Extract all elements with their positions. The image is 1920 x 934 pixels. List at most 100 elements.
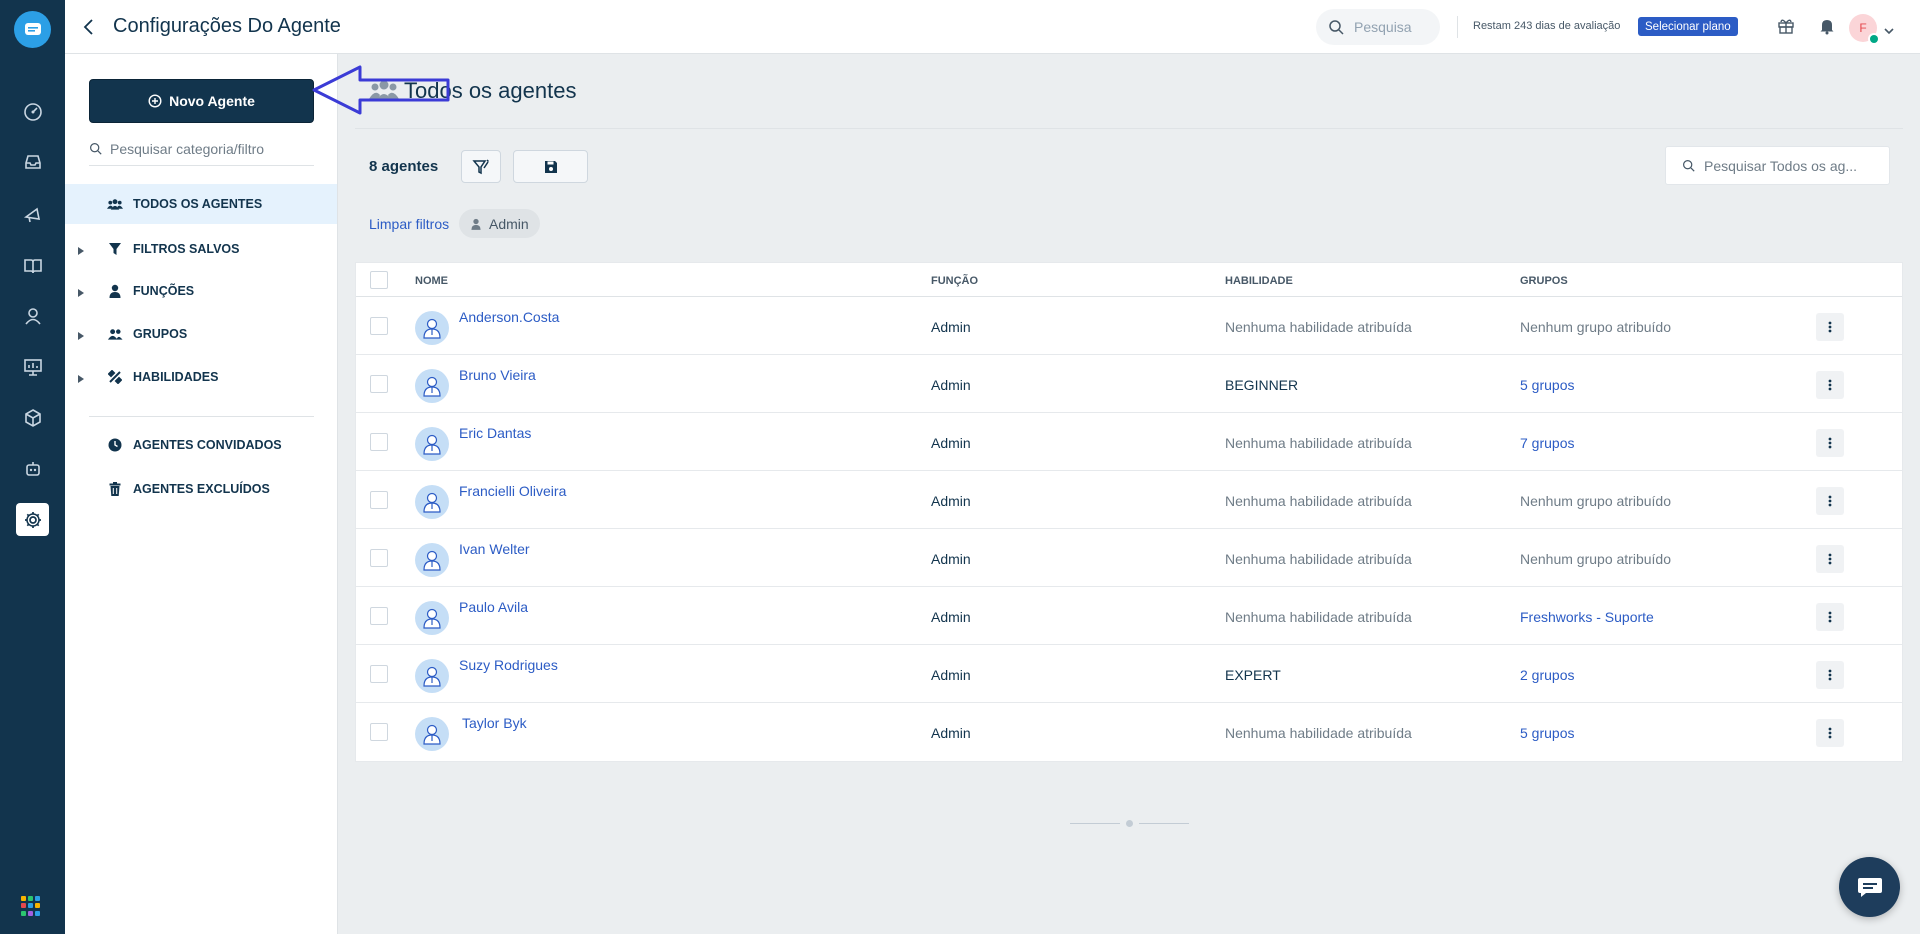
column-header-habilidade[interactable]: Habilidade <box>1225 275 1293 287</box>
gift-icon[interactable] <box>1775 15 1797 37</box>
agent-name-link[interactable]: Suzy Rodrigues <box>459 657 558 673</box>
agent-avatar-icon <box>415 369 449 403</box>
title-divider <box>355 128 1903 129</box>
row-checkbox[interactable] <box>370 549 388 567</box>
select-all-checkbox[interactable] <box>370 271 388 289</box>
row-checkbox[interactable] <box>370 665 388 683</box>
agent-skill: Nenhuma habilidade atribuída <box>1225 435 1412 451</box>
more-vertical-icon <box>1828 379 1832 391</box>
row-more-options-button[interactable] <box>1816 429 1844 457</box>
agent-avatar-icon <box>415 485 449 519</box>
filter-icon <box>472 158 490 174</box>
row-checkbox[interactable] <box>370 317 388 335</box>
global-search[interactable] <box>1316 9 1440 45</box>
row-checkbox[interactable] <box>370 723 388 741</box>
reports-icon[interactable] <box>16 350 49 383</box>
caret-right-icon[interactable] <box>78 286 84 300</box>
agent-role: Admin <box>931 319 971 335</box>
agent-name-link[interactable]: Taylor Byk <box>462 715 527 731</box>
category-search[interactable] <box>89 138 314 166</box>
row-checkbox[interactable] <box>370 433 388 451</box>
row-more-options-button[interactable] <box>1816 603 1844 631</box>
row-more-options-button[interactable] <box>1816 371 1844 399</box>
agent-skill: EXPERT <box>1225 667 1281 683</box>
trial-days-text: Restam 243 dias de avaliação <box>1473 20 1621 32</box>
agents-search[interactable] <box>1665 146 1890 185</box>
dashboard-icon[interactable] <box>16 95 49 128</box>
caret-right-icon[interactable] <box>78 372 84 386</box>
agent-groups-link[interactable]: Freshworks - Suporte <box>1520 609 1654 625</box>
column-header-nome[interactable]: Nome <box>415 275 448 287</box>
sidebar-item-label: Filtros salvos <box>133 242 240 256</box>
new-agent-button[interactable]: Novo Agente <box>89 79 314 123</box>
row-more-options-button[interactable] <box>1816 313 1844 341</box>
freshdesk-logo-icon[interactable] <box>14 11 51 48</box>
sidebar-item-label: Habilidades <box>133 370 219 384</box>
pagination-line-right <box>1139 823 1189 824</box>
sidebar-item-grupos[interactable]: Grupos <box>65 314 337 354</box>
agent-groups-link[interactable]: 5 grupos <box>1520 725 1574 741</box>
table-row: Ivan Welter Admin Nenhuma habilidade atr… <box>356 529 1902 587</box>
agent-name-link[interactable]: Anderson.Costa <box>459 309 559 325</box>
chevron-down-icon[interactable] <box>1884 22 1894 40</box>
row-more-options-button[interactable] <box>1816 719 1844 747</box>
filter-button[interactable] <box>461 150 501 183</box>
agent-skill: Nenhuma habilidade atribuída <box>1225 493 1412 509</box>
sidebar-item-agentes-convidados[interactable]: Agentes convidados <box>65 425 337 465</box>
knowledge-book-icon[interactable] <box>16 249 49 282</box>
online-status-icon <box>1868 33 1880 45</box>
row-more-options-button[interactable] <box>1816 661 1844 689</box>
bot-icon[interactable] <box>16 452 49 485</box>
sidebar-item-habilidades[interactable]: Habilidades <box>65 357 337 397</box>
contacts-icon[interactable] <box>16 299 49 332</box>
sidebar-item-filtros-salvos[interactable]: Filtros salvos <box>65 229 337 269</box>
search-icon <box>1329 20 1344 35</box>
row-checkbox[interactable] <box>370 375 388 393</box>
column-header-grupos[interactable]: Grupos <box>1520 275 1568 287</box>
row-more-options-button[interactable] <box>1816 487 1844 515</box>
row-checkbox[interactable] <box>370 491 388 509</box>
cube-icon[interactable] <box>16 401 49 434</box>
caret-right-icon[interactable] <box>78 244 84 258</box>
save-filter-button[interactable] <box>513 150 588 183</box>
agent-name-link[interactable]: Francielli Oliveira <box>459 483 566 499</box>
global-search-input[interactable] <box>1354 19 1434 35</box>
agent-skill: Nenhuma habilidade atribuída <box>1225 551 1412 567</box>
agent-groups-link[interactable]: 5 grupos <box>1520 377 1574 393</box>
pagination-dot[interactable] <box>1126 820 1133 827</box>
select-plan-button[interactable]: Selecionar plano <box>1638 17 1738 36</box>
agents-search-input[interactable] <box>1704 157 1884 174</box>
category-search-input[interactable] <box>110 140 300 157</box>
agents-sidebar: Novo Agente Todos os agentes Filtros sal… <box>65 54 338 934</box>
user-avatar[interactable]: F <box>1849 14 1880 45</box>
agent-groups-link[interactable]: 7 grupos <box>1520 435 1574 451</box>
settings-gear-icon[interactable] <box>16 503 49 536</box>
megaphone-icon[interactable] <box>16 198 49 231</box>
more-vertical-icon <box>1828 611 1832 623</box>
sidebar-item-funcoes[interactable]: Funções <box>65 271 337 311</box>
agent-name-link[interactable]: Paulo Avila <box>459 599 528 615</box>
back-arrow-icon[interactable] <box>79 17 99 37</box>
agent-role: Admin <box>931 377 971 393</box>
agent-name-link[interactable]: Eric Dantas <box>459 425 531 441</box>
more-vertical-icon <box>1828 669 1832 681</box>
row-checkbox[interactable] <box>370 607 388 625</box>
caret-right-icon[interactable] <box>78 329 84 343</box>
sidebar-item-todos-os-agentes[interactable]: Todos os agentes <box>65 184 337 224</box>
top-header: Configurações Do Agente Restam 243 dias … <box>65 0 1920 54</box>
filter-chip-admin[interactable]: Admin <box>459 209 540 238</box>
agent-name-link[interactable]: Bruno Vieira <box>459 367 536 383</box>
chat-widget-button[interactable] <box>1839 857 1900 917</box>
inbox-icon[interactable] <box>16 145 49 178</box>
more-vertical-icon <box>1828 553 1832 565</box>
notification-bell-icon[interactable] <box>1816 15 1838 37</box>
search-icon <box>90 143 102 155</box>
column-header-funcao[interactable]: Função <box>931 275 978 287</box>
clear-filters-link[interactable]: Limpar filtros <box>369 216 449 232</box>
user-icon <box>471 218 481 230</box>
agent-name-link[interactable]: Ivan Welter <box>459 541 530 557</box>
row-more-options-button[interactable] <box>1816 545 1844 573</box>
sidebar-item-agentes-excluidos[interactable]: Agentes excluídos <box>65 469 337 509</box>
apps-grid-icon[interactable] <box>21 896 41 916</box>
agent-groups-link[interactable]: 2 grupos <box>1520 667 1574 683</box>
